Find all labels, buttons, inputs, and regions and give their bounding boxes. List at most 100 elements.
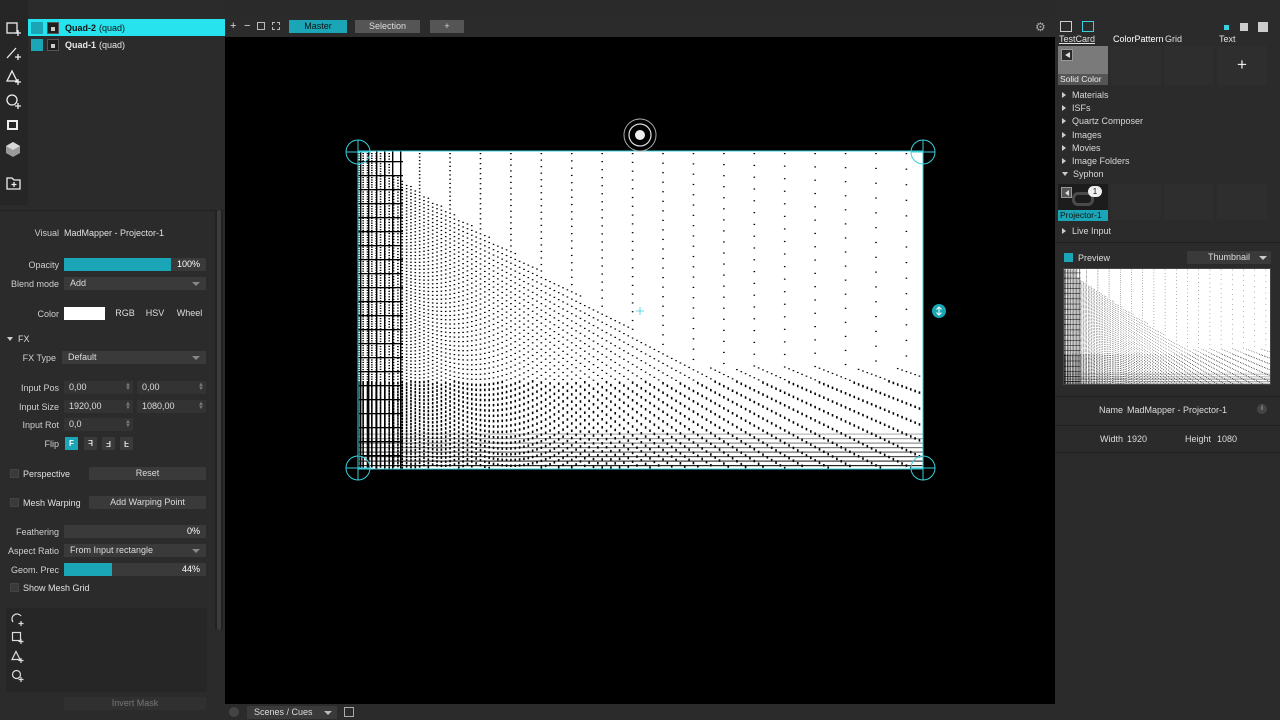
import-icon[interactable] xyxy=(5,174,22,191)
source-tab-colorpattern[interactable]: ColorPattern xyxy=(1113,34,1164,44)
tree-label: Images xyxy=(1072,130,1102,140)
flip-horizontal-button[interactable]: F xyxy=(84,437,97,450)
triangle-tool-icon[interactable] xyxy=(5,69,22,86)
tree-item-live-input[interactable]: Live Input xyxy=(1062,225,1111,237)
layer-row-quad-2[interactable]: Quad-2 (quad) xyxy=(28,19,225,36)
invert-mask-button[interactable]: Invert Mask xyxy=(64,697,206,710)
tree-item-quartz-composer[interactable]: Quartz Composer xyxy=(1062,115,1143,127)
empty-cell xyxy=(1164,184,1214,220)
canvas-toolbar: + − Master Selection + ⚙ xyxy=(225,17,1055,37)
source-tab-testcard[interactable]: TestCard xyxy=(1059,34,1095,44)
rgb-button[interactable]: RGB xyxy=(113,307,137,320)
tab-selection[interactable]: Selection xyxy=(355,20,420,33)
3d-object-icon[interactable] xyxy=(5,141,22,158)
gear-icon[interactable]: ⚙ xyxy=(1035,20,1046,34)
geom-prec-fill xyxy=(64,563,112,576)
tree-label: Materials xyxy=(1072,90,1109,100)
feathering-value: 0% xyxy=(186,526,200,536)
medium-grid-icon[interactable] xyxy=(1240,23,1248,31)
fit-icon[interactable] xyxy=(257,22,265,30)
color-swatch[interactable] xyxy=(64,307,105,320)
source-tab-grid[interactable]: Grid xyxy=(1165,34,1182,44)
tree-item-images[interactable]: Images xyxy=(1062,129,1102,141)
tree-item-materials[interactable]: Materials xyxy=(1062,89,1109,101)
small-grid-icon[interactable] xyxy=(1224,25,1229,30)
collapse-icon[interactable] xyxy=(229,707,239,717)
large-grid-icon[interactable] xyxy=(1258,22,1268,32)
layer-visibility-checkbox[interactable] xyxy=(31,38,43,51)
add-source-cell[interactable]: + xyxy=(1217,46,1267,85)
list-view-icon[interactable] xyxy=(1060,21,1072,32)
name-value: MadMapper - Projector-1 xyxy=(1127,405,1228,415)
mask-ellipse-add-icon[interactable] xyxy=(11,669,25,683)
fx-type-dropdown[interactable]: Default xyxy=(62,351,206,364)
stepper-icon[interactable]: ▲ ▼ xyxy=(125,401,131,411)
width-value: 1920 xyxy=(1127,434,1148,444)
layer-visibility-checkbox[interactable] xyxy=(31,21,43,34)
input-pos-x-field[interactable]: 0,00 ▲ ▼ xyxy=(64,381,133,394)
detach-window-icon[interactable] xyxy=(344,707,354,717)
line-tool-icon[interactable] xyxy=(5,44,22,61)
stepper-icon[interactable]: ▲ ▼ xyxy=(198,382,204,392)
tree-item-syphon[interactable]: Syphon xyxy=(1062,168,1104,180)
source-tab-text[interactable]: Text xyxy=(1219,34,1236,44)
tree-item-movies[interactable]: Movies xyxy=(1062,142,1101,154)
feathering-slider[interactable]: 0% xyxy=(64,525,206,538)
triangle-right-icon xyxy=(1062,158,1066,164)
visual-value[interactable]: MadMapper - Projector-1 xyxy=(64,228,164,238)
input-rot-field[interactable]: 0,0 ▲ ▼ xyxy=(64,418,133,431)
layer-row-quad-1[interactable]: Quad-1 (quad) xyxy=(28,36,225,53)
flip-vertical-button[interactable]: F xyxy=(120,437,133,450)
blend-mode-dropdown[interactable]: Add xyxy=(64,277,206,290)
opacity-value: 100% xyxy=(176,259,200,269)
triangle-down-icon xyxy=(1062,172,1068,176)
triangle-right-icon xyxy=(1062,132,1066,138)
stepper-icon[interactable]: ▲ ▼ xyxy=(125,419,131,429)
preview-mode-dropdown[interactable]: Thumbnail xyxy=(1187,251,1271,264)
preview-checkbox[interactable] xyxy=(1064,253,1073,262)
fullscreen-icon[interactable] xyxy=(272,22,280,30)
scrollbar-thumb[interactable] xyxy=(217,210,221,630)
aspect-ratio-dropdown[interactable]: From Input rectangle xyxy=(64,544,206,557)
inspector-scrollbar[interactable] xyxy=(215,210,223,630)
tab-master[interactable]: Master xyxy=(289,20,347,33)
triangle-right-icon xyxy=(1062,145,1066,151)
reset-button[interactable]: Reset xyxy=(89,467,206,480)
opacity-slider[interactable]: 100% xyxy=(64,258,206,271)
hsv-button[interactable]: HSV xyxy=(143,307,167,320)
show-mesh-grid-checkbox[interactable] xyxy=(10,583,19,592)
stepper-icon[interactable]: ▲ ▼ xyxy=(198,401,204,411)
flip-none-button[interactable]: F xyxy=(65,437,78,450)
fx-section-header[interactable]: FX xyxy=(7,334,30,344)
input-pos-label: Input Pos xyxy=(20,383,59,393)
flip-both-button[interactable]: F xyxy=(102,437,115,450)
circle-tool-icon[interactable] xyxy=(5,93,22,110)
input-size-h-field[interactable]: 1080,00 ▲ ▼ xyxy=(137,400,206,413)
input-size-w-field[interactable]: 1920,00 ▲ ▼ xyxy=(64,400,133,413)
mask-quad-add-icon[interactable] xyxy=(11,631,25,645)
stepper-icon[interactable]: ▲ ▼ xyxy=(125,382,131,392)
image-view-icon[interactable] xyxy=(1082,21,1094,32)
zoom-out-icon[interactable]: − xyxy=(244,20,250,32)
lock-icon[interactable] xyxy=(47,21,59,34)
geom-prec-slider[interactable]: 44% xyxy=(64,563,206,576)
perspective-checkbox[interactable] xyxy=(10,469,19,478)
input-pos-y-field[interactable]: 0,00 ▲ ▼ xyxy=(137,381,206,394)
add-warping-point-button[interactable]: Add Warping Point xyxy=(89,496,206,509)
canvas[interactable] xyxy=(225,37,1055,704)
zoom-in-icon[interactable]: + xyxy=(230,20,236,32)
tree-item-isfs[interactable]: ISFs xyxy=(1062,102,1091,114)
wheel-button[interactable]: Wheel xyxy=(174,307,205,320)
tree-item-image-folders[interactable]: Image Folders xyxy=(1062,155,1130,167)
mask-circle-add-icon[interactable] xyxy=(11,613,25,627)
lock-icon[interactable] xyxy=(47,38,59,51)
add-tab-button[interactable]: + xyxy=(430,20,464,33)
mask-triangle-add-icon[interactable] xyxy=(11,650,25,664)
scenes-cues-dropdown[interactable]: Scenes / Cues xyxy=(247,706,337,719)
bottom-bar: Scenes / Cues xyxy=(225,704,1055,720)
quad-tool-icon[interactable] xyxy=(5,20,22,37)
mask-tool-icon[interactable] xyxy=(5,117,22,134)
info-icon[interactable]: i xyxy=(1257,404,1267,414)
divider xyxy=(1055,425,1280,426)
mesh-warping-checkbox[interactable] xyxy=(10,498,19,507)
